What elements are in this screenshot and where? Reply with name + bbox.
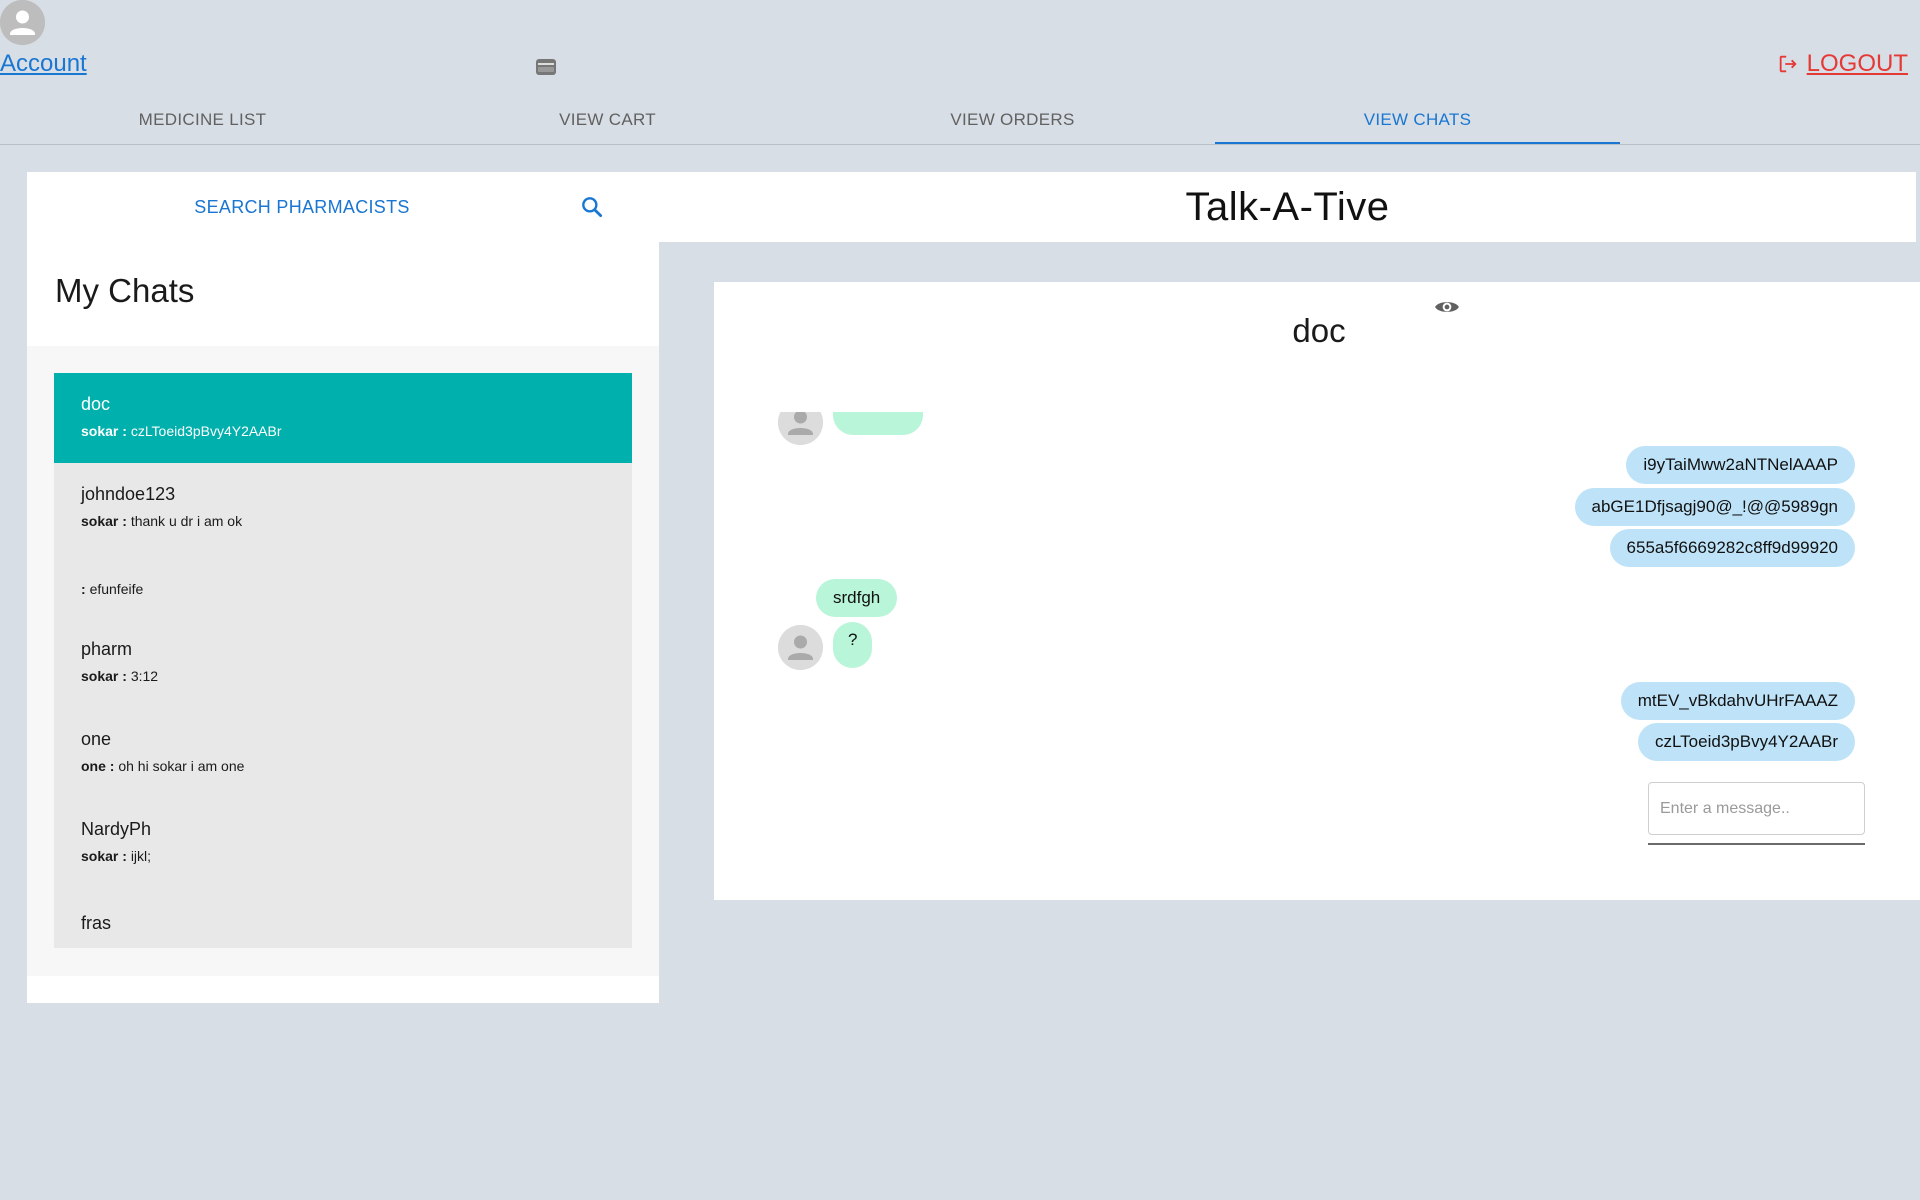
main-tabs: MEDICINE LIST VIEW CART VIEW ORDERS VIEW…: [0, 95, 1620, 144]
chat-last-message: sokar : ijkl;: [81, 848, 605, 864]
chat-last-message: sokar : czLToeid3pBvy4Y2AABr: [81, 423, 605, 439]
chat-item-unnamed[interactable]: : efunfeife: [54, 553, 632, 618]
my-chats-panel: My Chats doc sokar : czLToeid3pBvy4Y2AAB…: [27, 242, 659, 1003]
input-underline: [1648, 843, 1865, 845]
logout-label: LOGOUT: [1806, 50, 1908, 77]
chat-sender: one :: [81, 758, 115, 774]
user-icon: [778, 412, 823, 445]
chat-item-fras[interactable]: fras: [54, 888, 632, 948]
sender-avatar[interactable]: [778, 625, 823, 670]
tabs-divider: [0, 144, 1920, 145]
chat-message-text: 3:12: [130, 668, 159, 684]
chat-name: fras: [81, 913, 112, 933]
chat-list-container: doc sokar : czLToeid3pBvy4Y2AABr johndoe…: [27, 346, 659, 976]
search-bar: SEARCH PHARMACISTS: [27, 172, 659, 242]
tab-medicine-list[interactable]: MEDICINE LIST: [0, 95, 405, 144]
message-bubble: mtEV_vBkdahvUHrFAAAZ: [1620, 682, 1855, 720]
chat-message-text: oh hi sokar i am one: [118, 758, 245, 774]
search-icon[interactable]: [579, 194, 605, 220]
chat-message-text: efunfeife: [89, 581, 144, 597]
chat-last-message: sokar : 3:12: [81, 668, 605, 684]
message-bubble: [833, 412, 923, 435]
message-bubble: 655a5f6669282c8ff9d99920: [1609, 529, 1855, 567]
chat-window: doc i9yTaiMww2aNTNelAAAP abGE1Dfjsagj90@…: [714, 282, 1920, 900]
tab-view-chats[interactable]: VIEW CHATS: [1215, 95, 1620, 144]
user-icon: [778, 625, 823, 670]
chat-message-text: czLToeid3pBvy4Y2AABr: [130, 423, 282, 439]
chat-item-nardyph[interactable]: NardyPh sokar : ijkl;: [54, 798, 632, 888]
wallet-icon[interactable]: [535, 57, 557, 77]
tab-view-cart[interactable]: VIEW CART: [405, 95, 810, 144]
chat-item-johndoe123[interactable]: johndoe123 sokar : thank u dr i am ok: [54, 463, 632, 553]
chat-name: NardyPh: [81, 819, 152, 839]
message-list: i9yTaiMww2aNTNelAAAP abGE1Dfjsagj90@_!@@…: [714, 412, 1920, 832]
chat-sender: sokar :: [81, 848, 127, 864]
chat-name: johndoe123: [81, 484, 176, 504]
chat-message-text: ijkl;: [130, 848, 152, 864]
chat-name: doc: [81, 394, 111, 414]
chat-list: doc sokar : czLToeid3pBvy4Y2AABr johndoe…: [54, 373, 632, 948]
logout-icon: [1779, 55, 1797, 73]
chat-message-text: thank u dr i am ok: [130, 513, 243, 529]
chat-sender: sokar :: [81, 423, 127, 439]
chat-title: doc: [1292, 312, 1346, 349]
app-header: Talk-A-Tive: [659, 172, 1916, 242]
chat-item-one[interactable]: one one : oh hi sokar i am one: [54, 708, 632, 798]
chat-name: one: [81, 729, 112, 749]
chat-last-message: sokar : thank u dr i am ok: [81, 513, 605, 529]
chat-sender: sokar :: [81, 513, 127, 529]
tab-view-orders[interactable]: VIEW ORDERS: [810, 95, 1215, 144]
message-bubble: ?: [833, 622, 873, 668]
message-input[interactable]: [1648, 782, 1865, 835]
sender-avatar[interactable]: [778, 412, 823, 445]
user-icon: [0, 0, 45, 45]
message-bubble: abGE1Dfjsagj90@_!@@5989gn: [1574, 488, 1855, 526]
account-link[interactable]: Account: [0, 50, 87, 78]
chat-item-pharm[interactable]: pharm sokar : 3:12: [54, 618, 632, 708]
chat-item-doc[interactable]: doc sokar : czLToeid3pBvy4Y2AABr: [54, 373, 632, 463]
logout-button[interactable]: LOGOUT: [1777, 50, 1908, 78]
app-title: Talk-A-Tive: [1185, 184, 1390, 229]
chat-last-message: : efunfeife: [81, 581, 605, 597]
chat-name: pharm: [81, 639, 133, 659]
account-avatar[interactable]: [0, 0, 45, 45]
chat-last-message: one : oh hi sokar i am one: [81, 758, 605, 774]
chat-sender: sokar :: [81, 668, 127, 684]
chat-sender: :: [81, 581, 86, 597]
my-chats-title: My Chats: [55, 272, 195, 309]
search-pharmacists-button[interactable]: SEARCH PHARMACISTS: [157, 172, 447, 242]
message-bubble: srdfgh: [816, 579, 898, 617]
message-bubble: i9yTaiMww2aNTNelAAAP: [1626, 446, 1855, 484]
message-bubble: czLToeid3pBvy4Y2AABr: [1637, 723, 1855, 761]
